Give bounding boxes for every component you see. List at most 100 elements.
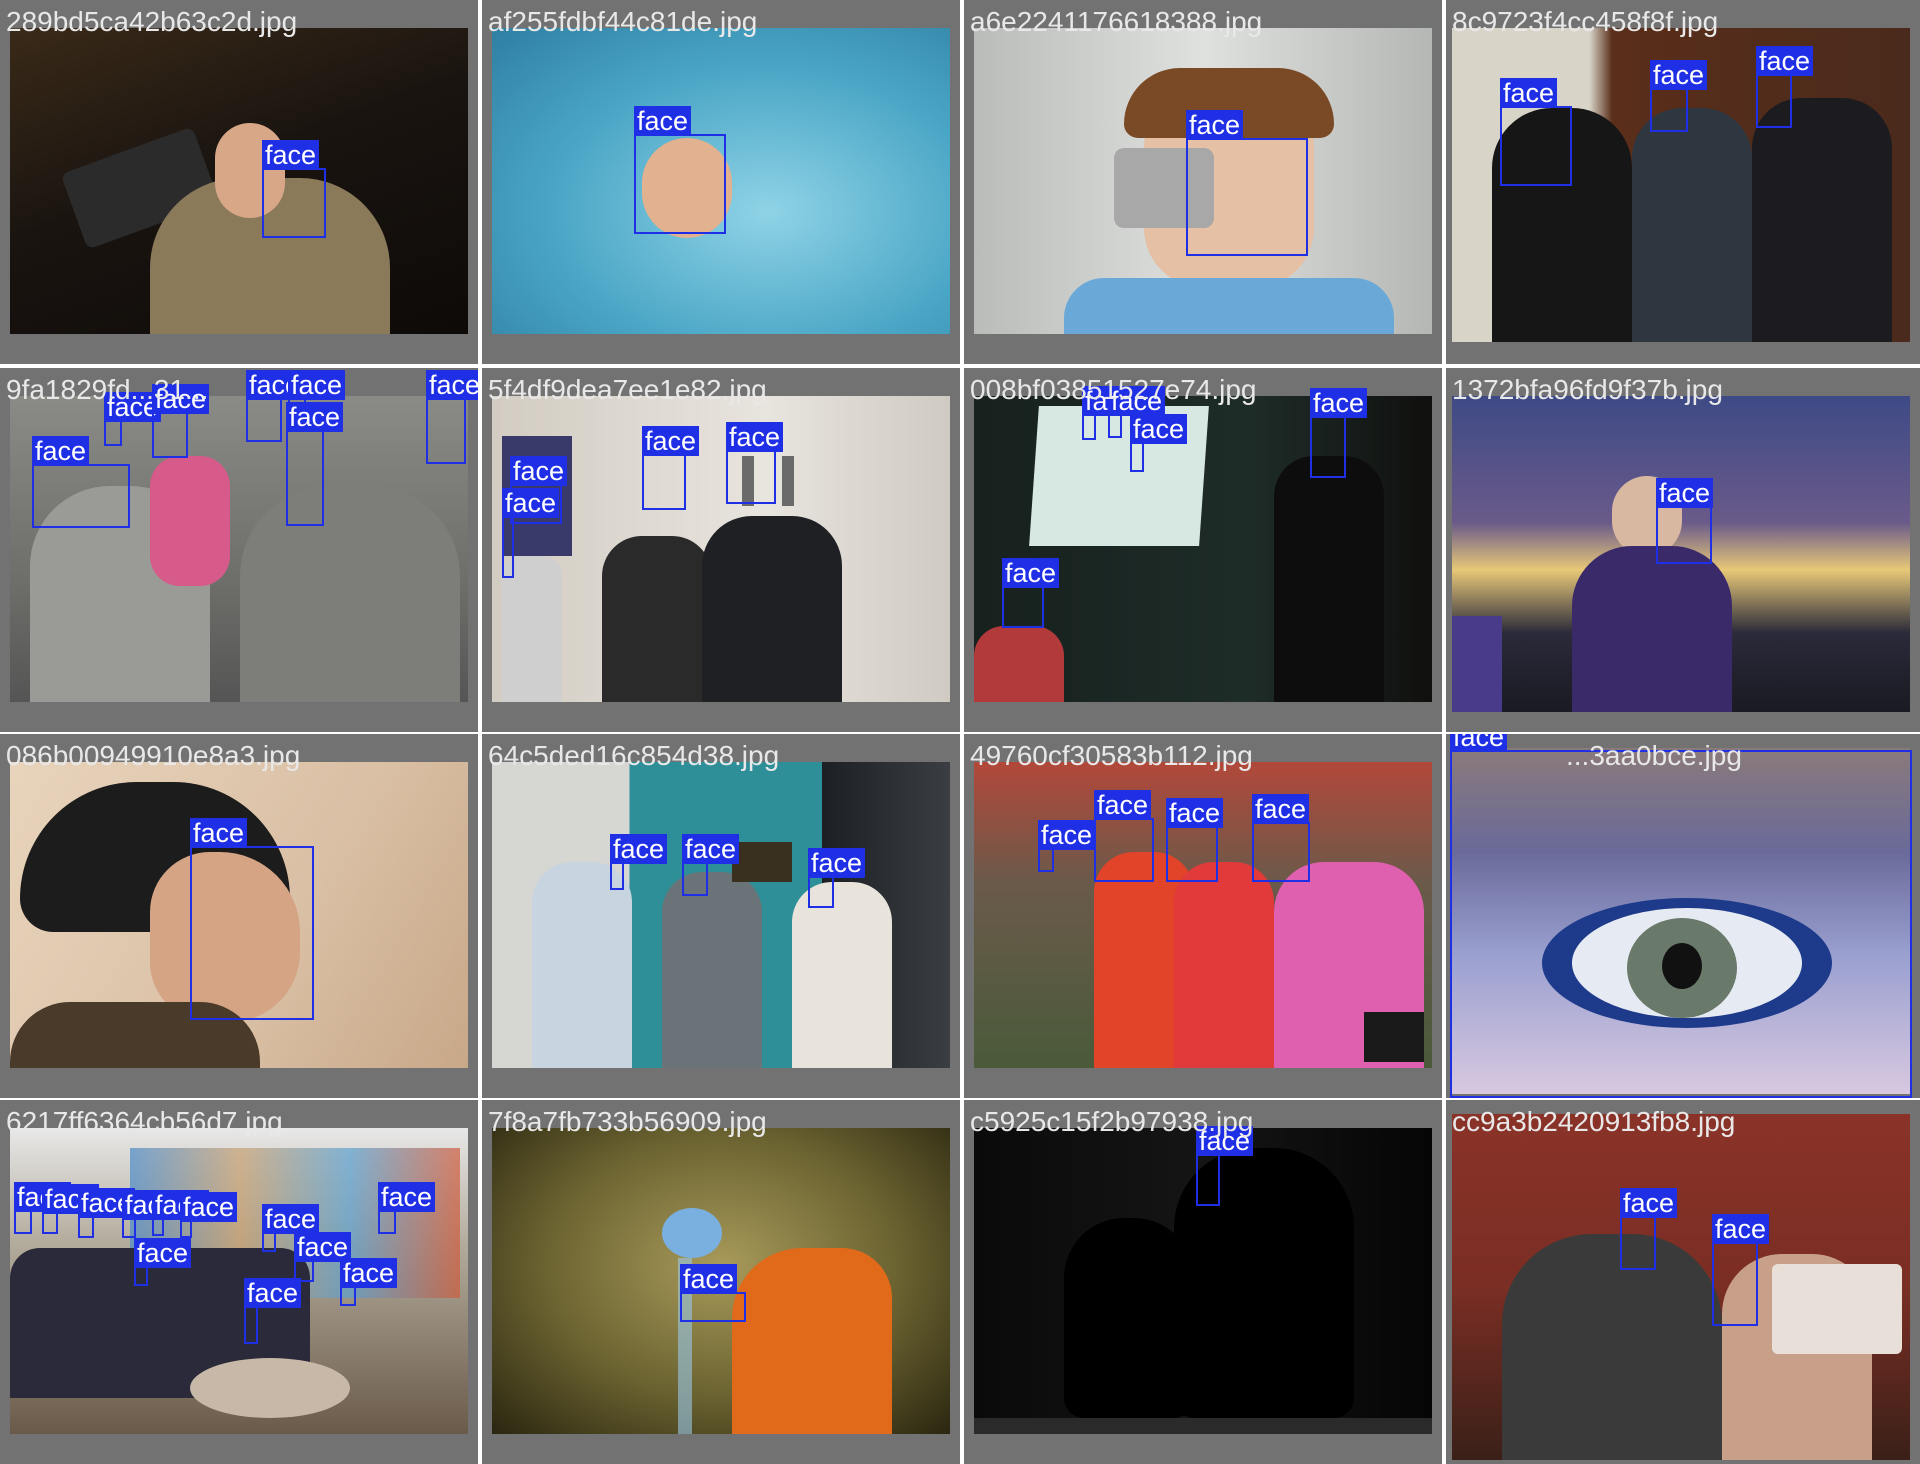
face-box: face (680, 1264, 746, 1322)
tile: 64c5ded16c854d38.jpg face face face (482, 734, 960, 1098)
tile: ...3aa0bce.jpg face (1446, 734, 1920, 1098)
face-box: face (634, 106, 726, 234)
face-label: face (340, 1258, 398, 1288)
tile: 49760cf30583b112.jpg face face face face (964, 734, 1442, 1098)
filename: 008bf03851527e74.jpg (970, 374, 1257, 405)
filename: 1372bfa96fd9f37b.jpg (1452, 374, 1723, 405)
face-label: face (1252, 794, 1310, 824)
photo (492, 762, 950, 1068)
face-box: face (262, 1204, 320, 1252)
face-label: face (1130, 414, 1188, 444)
face-label: face (1310, 388, 1368, 418)
tile: 8c9723f4cc458f8f.jpg face face face (1446, 0, 1920, 364)
face-box: face (1500, 78, 1572, 186)
filename: 49760cf30583b112.jpg (970, 740, 1253, 771)
face-label: face (1002, 558, 1060, 588)
face-label: face (426, 370, 478, 400)
photo (974, 396, 1432, 702)
face-box: face (1450, 734, 1912, 1098)
filename: a6e2241176618388.jpg (970, 6, 1263, 37)
face-label: face (510, 456, 568, 486)
face-label: face (1186, 110, 1244, 140)
face-box: face (152, 384, 210, 458)
filename: ...3aa0bce.jpg (1566, 740, 1742, 771)
face-label: face (610, 834, 668, 864)
tile: 9fa1829fd...31... face face face face fa… (0, 368, 478, 732)
face-box: face (502, 488, 560, 578)
face-box: face (1196, 1126, 1254, 1206)
face-label: face (1450, 734, 1508, 752)
face-label: face (1756, 46, 1814, 76)
tile: 7f8a7fb733b56909.jpg face (482, 1100, 960, 1464)
face-box: face (244, 1278, 302, 1344)
face-box: face (426, 370, 478, 464)
face-box: face (1620, 1188, 1678, 1270)
face-box: face (642, 426, 700, 510)
tile: 5f4df9dea7ee1e82.jpg face face face face (482, 368, 960, 732)
face-box: face (1038, 820, 1096, 872)
face-box: face (134, 1238, 192, 1286)
face-label: face (1712, 1214, 1770, 1244)
face-box: face (78, 1188, 136, 1238)
face-box: face (682, 834, 740, 896)
face-box: face (1650, 60, 1708, 132)
face-label: face (190, 818, 248, 848)
face-box: face (808, 848, 866, 908)
face-box: face (1166, 798, 1224, 882)
face-box: face (1712, 1214, 1770, 1326)
face-box: face (152, 1190, 210, 1236)
face-box: face (1756, 46, 1814, 128)
filename: 289bd5ca42b63c2d.jpg (6, 6, 298, 37)
detection-grid: 289bd5ca42b63c2d.jpg face af255fdbf44c81… (0, 0, 1920, 1464)
tile: 1372bfa96fd9f37b.jpg face (1446, 368, 1920, 732)
face-box: face (286, 402, 344, 526)
face-box: face (104, 392, 162, 446)
face-box: face (262, 140, 326, 238)
filename: 7f8a7fb733b56909.jpg (488, 1106, 767, 1137)
face-label: face (134, 1238, 192, 1268)
face-label: face (262, 1204, 320, 1234)
tile: 008bf03851527e74.jpg face face face face… (964, 368, 1442, 732)
photo (10, 1128, 468, 1434)
filename: af255fdbf44c81de.jpg (488, 6, 758, 37)
face-label: face (288, 370, 346, 400)
face-label: face (682, 834, 740, 864)
face-label: face (1656, 478, 1714, 508)
face-label: face (262, 140, 320, 170)
filename: 8c9723f4cc458f8f.jpg (1452, 6, 1719, 37)
face-box: face (122, 1190, 180, 1238)
face-label: face (634, 106, 692, 136)
photo (10, 28, 468, 334)
face-label: face (1620, 1188, 1678, 1218)
face-label: face (1038, 820, 1096, 850)
face-box: face (42, 1184, 100, 1234)
tile: 6217ff6364cb56d7.jpg face face face face… (0, 1100, 478, 1464)
tile: c5925c15f2b97938.jpg face (964, 1100, 1442, 1464)
tile: af255fdbf44c81de.jpg face (482, 0, 960, 364)
face-box: face (1002, 558, 1060, 628)
face-box: face (1082, 386, 1140, 440)
face-box: face (246, 370, 304, 442)
filename: 6217ff6364cb56d7.jpg (6, 1106, 283, 1137)
face-label: face (680, 1264, 738, 1294)
face-box: face (1252, 794, 1310, 882)
photo (1452, 1114, 1910, 1460)
face-label: face (32, 436, 90, 466)
face-label: face (642, 426, 700, 456)
face-box: face (340, 1258, 398, 1306)
filename: cc9a3b2420913fb8.jpg (1452, 1106, 1736, 1137)
tile: 086b00949910e8a3.jpg face (0, 734, 478, 1098)
face-box: face (1310, 388, 1368, 478)
face-label: face (1094, 790, 1152, 820)
face-box: face (1186, 110, 1308, 256)
face-label: face (1500, 78, 1558, 108)
face-box: face (1094, 790, 1154, 882)
face-box: face (14, 1182, 72, 1234)
filename: 086b00949910e8a3.jpg (6, 740, 301, 771)
tile: a6e2241176618388.jpg face (964, 0, 1442, 364)
face-box: face (180, 1192, 238, 1238)
face-box: face (32, 436, 130, 528)
face-label: face (378, 1182, 436, 1212)
face-label: face (286, 402, 344, 432)
face-box: face (190, 818, 314, 1020)
